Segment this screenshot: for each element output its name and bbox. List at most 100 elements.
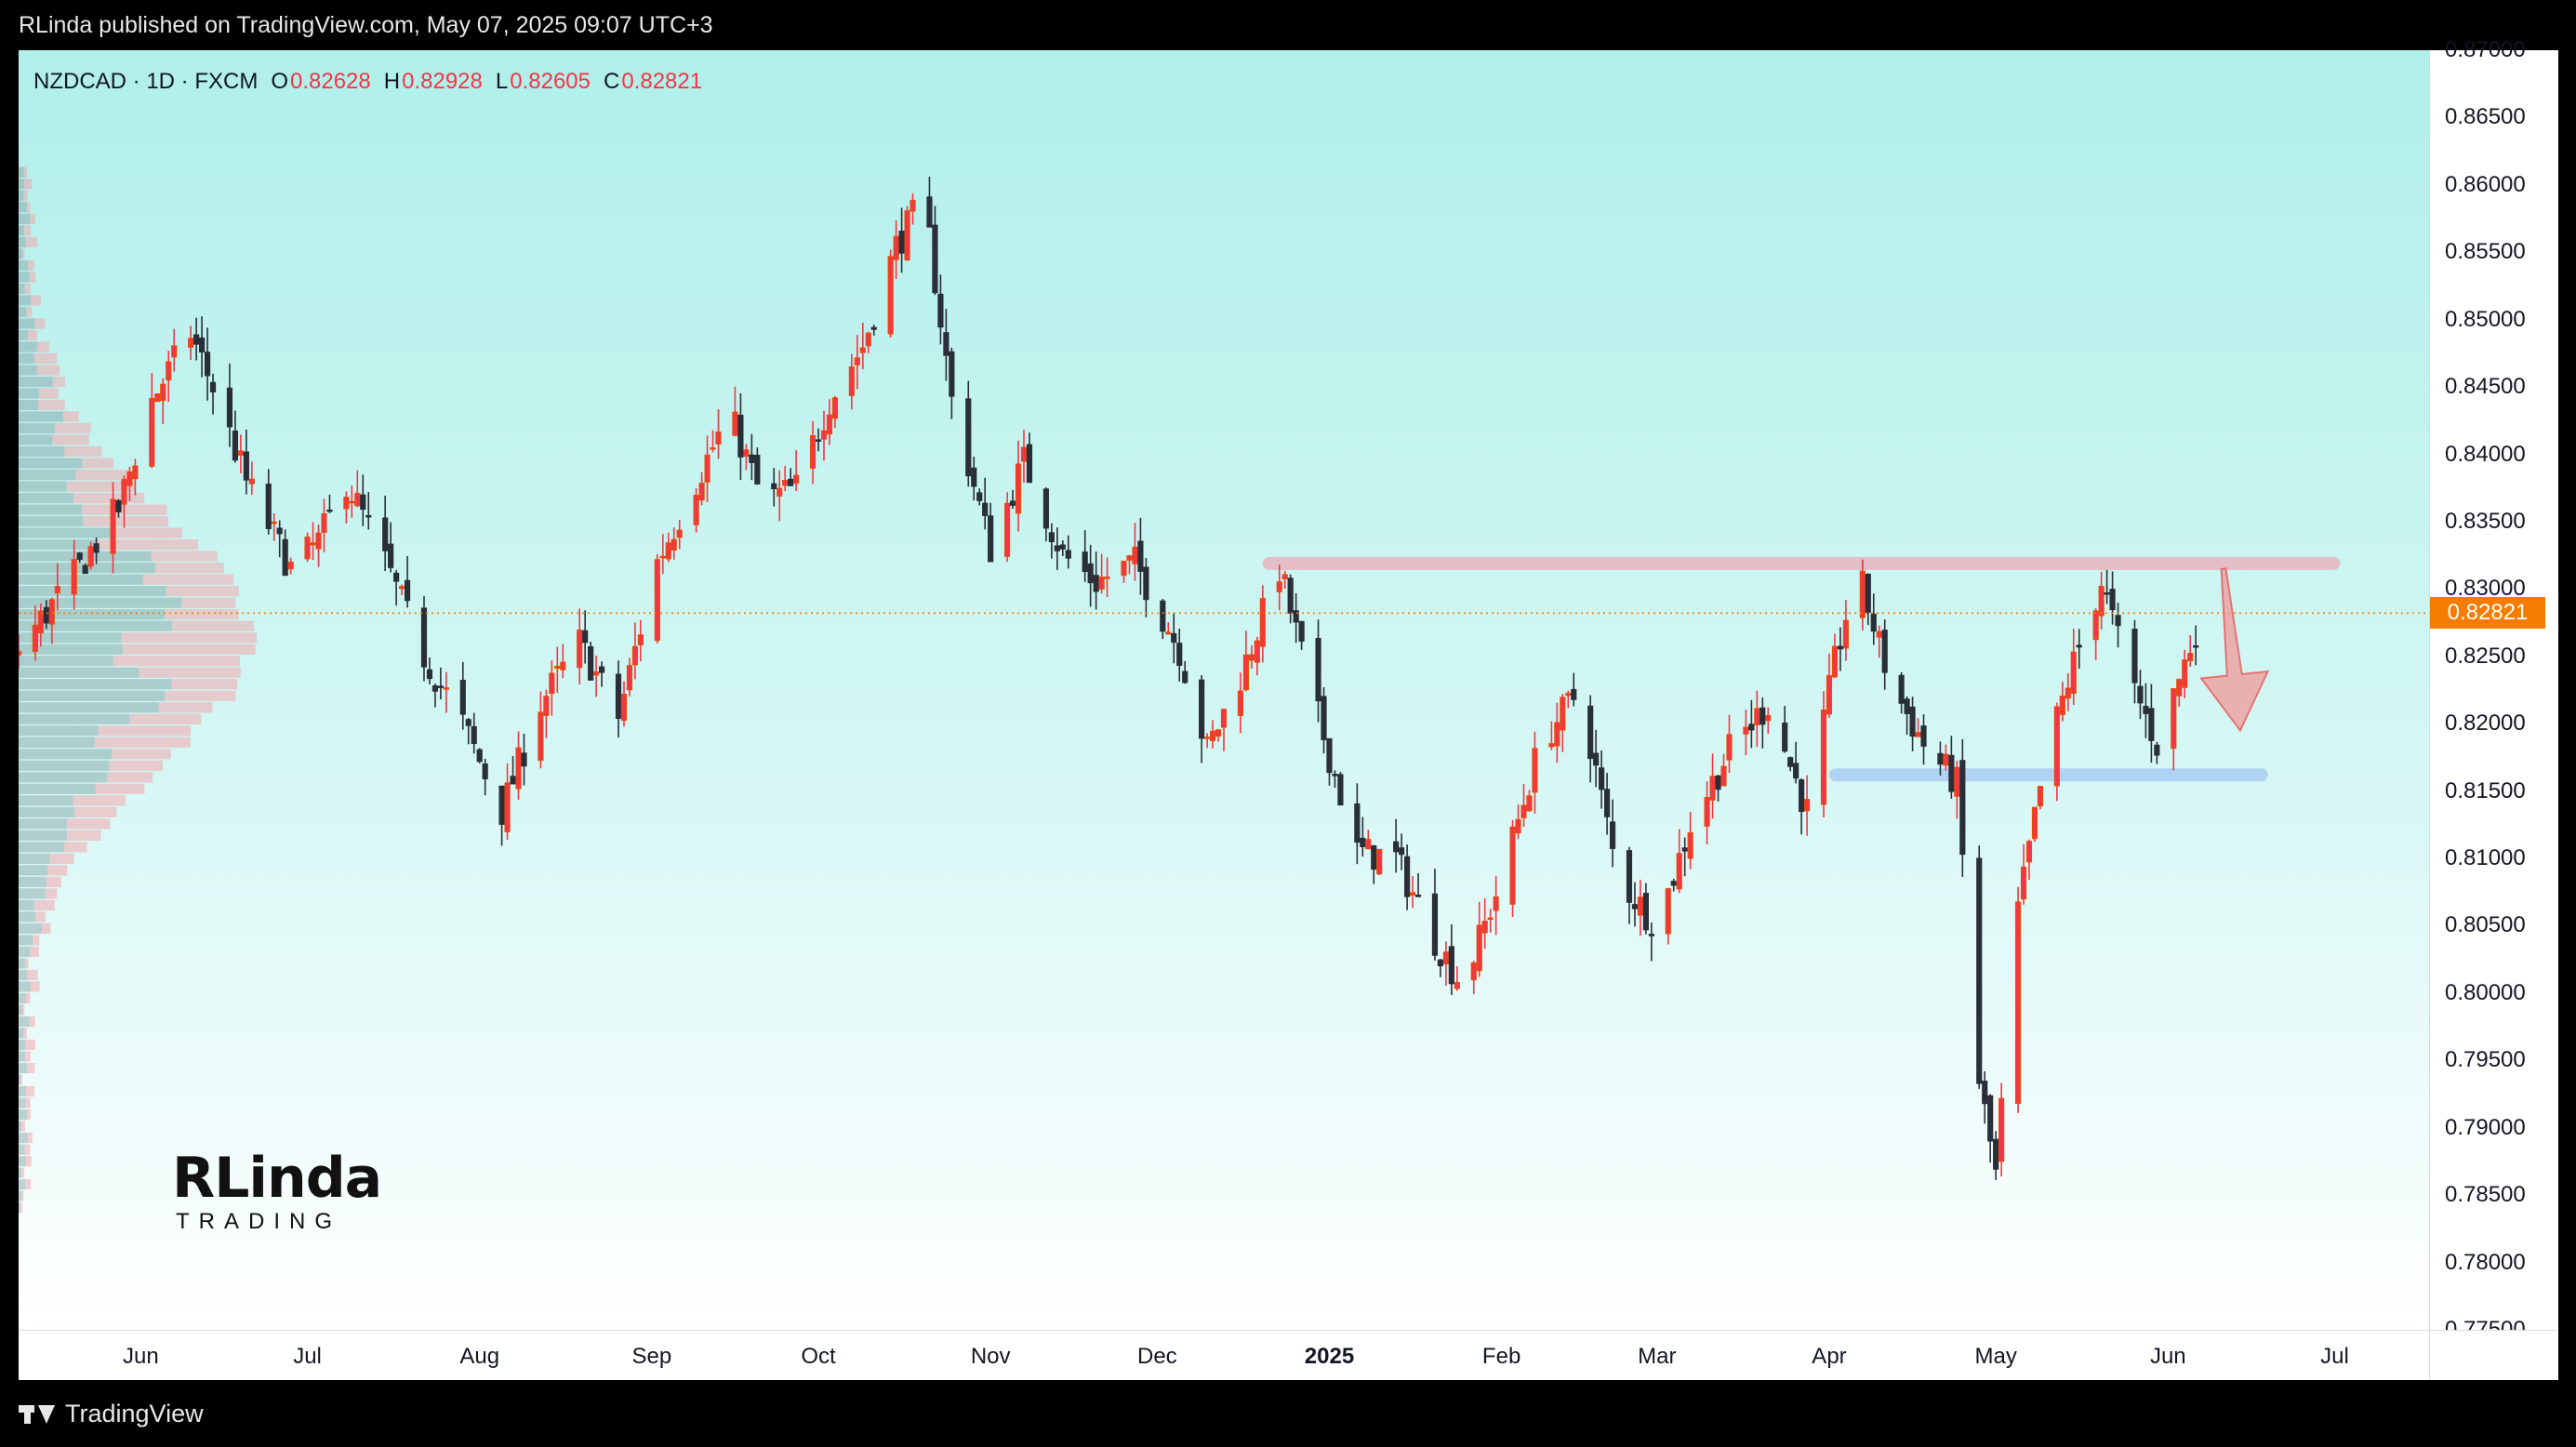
candle (549, 672, 555, 695)
candle (1865, 573, 1871, 613)
candle (1876, 631, 1882, 638)
candle (1665, 888, 1671, 935)
candle (904, 210, 910, 261)
volume-profile-bar (19, 1167, 21, 1178)
volume-profile-bar (19, 783, 96, 794)
candle (859, 347, 866, 353)
candle (2070, 651, 2077, 695)
candle (1332, 774, 1338, 777)
volume-profile-bar (19, 1097, 26, 1108)
candle (1754, 708, 1760, 725)
volume-profile-bar (171, 679, 238, 690)
time-tick-label: Dec (1136, 1344, 1177, 1369)
chart-frame[interactable]: NZDCAD · 1D · FXCM O 0.82628 H 0.82928 L 0.… (19, 37, 2558, 1381)
candle (1937, 752, 1944, 765)
candle (654, 559, 660, 642)
volume-profile-bar (34, 352, 58, 365)
candle (1259, 598, 1266, 647)
candle (1831, 645, 1839, 678)
volume-profile-bar (19, 749, 113, 760)
candle (48, 599, 55, 625)
published-text: RLinda published on TradingView.com, May… (19, 12, 713, 38)
candle (1842, 619, 1849, 649)
published-header: RLinda published on TradingView.com, May… (0, 0, 2576, 50)
volume-profile-bar (25, 1039, 35, 1051)
candle (71, 559, 77, 595)
volume-profile-bar (98, 725, 192, 737)
volume-profile-bar (19, 190, 24, 201)
candle (1560, 697, 1566, 731)
volume-profile-bar (19, 248, 23, 259)
volume-profile-bar (54, 422, 91, 434)
candle (1003, 502, 1011, 557)
candle (1870, 613, 1877, 632)
candle (2148, 708, 2155, 741)
volume-profile-bar (19, 527, 113, 538)
volume-profile-bar (52, 376, 65, 388)
candle (276, 527, 283, 535)
volume-profile-bar (82, 458, 113, 469)
candle (115, 499, 122, 512)
volume-profile-bar (122, 644, 256, 655)
price-tick-label: 0.84000 (2445, 441, 2526, 467)
volume-profile-bar (30, 946, 39, 958)
price-axis[interactable]: 0.82821 0.87000 0.86500 0.86000 0.85500 0.85… (2429, 37, 2558, 1342)
candle (1165, 631, 1172, 635)
volume-profile-bar (25, 1085, 35, 1097)
price-tick-label: 0.85500 (2445, 239, 2526, 265)
price-tick-label: 0.83000 (2445, 576, 2526, 602)
candle (965, 398, 972, 477)
plot-area[interactable]: NZDCAD · 1D · FXCM O 0.82628 H 0.82928 L 0.… (19, 50, 2429, 1330)
candle (854, 357, 860, 365)
candle (1599, 767, 1605, 790)
volume-profile-bar (26, 236, 37, 248)
volume-profile-bar (19, 795, 73, 806)
time-tick-label: Feb (1481, 1344, 1521, 1369)
volume-profile-bar (19, 283, 25, 295)
candle (988, 515, 994, 563)
volume-profile-bar (19, 1039, 26, 1051)
candle (1403, 856, 1411, 897)
candle (577, 630, 583, 669)
support-zone (1828, 768, 2268, 782)
candle (1720, 765, 1727, 787)
candle (326, 509, 333, 512)
candle (1337, 774, 1344, 806)
candle (593, 671, 600, 676)
candle (198, 337, 206, 353)
candle (932, 224, 938, 294)
candle (870, 326, 877, 330)
volume-profile-bar (19, 179, 25, 190)
candle (1943, 753, 1949, 766)
candle (2037, 786, 2044, 807)
candle (393, 572, 400, 582)
candle (19, 651, 22, 656)
volume-profile-bar (73, 795, 126, 806)
volume-profile-bar (19, 469, 76, 481)
time-axis[interactable]: Jun Jul Aug Sep Oct Nov Dec 2025 Feb Mar Apr May Jun… (19, 1330, 2429, 1381)
candle (2031, 806, 2038, 840)
candle (710, 447, 716, 450)
candle (209, 381, 217, 392)
volume-profile-bar (36, 341, 49, 352)
volume-profile-bar (19, 586, 166, 597)
volume-profile-bar (31, 295, 41, 306)
volume-profile-bar (109, 760, 164, 771)
candle (1481, 921, 1488, 934)
candle (132, 465, 139, 480)
candle (1670, 881, 1677, 886)
candle (1220, 709, 1228, 728)
volume-profile-bar (19, 818, 67, 830)
tradingview-brand[interactable]: TradingView (19, 1380, 204, 1447)
candle (1199, 679, 1205, 739)
volume-profile-bar (19, 306, 27, 318)
candle (826, 414, 833, 435)
price-tick-label: 0.82500 (2445, 643, 2526, 669)
candle (1593, 752, 1600, 766)
legend-high: H 0.82928 (383, 69, 483, 94)
price-chart-svg[interactable] (19, 50, 2429, 1330)
candle (1020, 446, 1028, 462)
candle (715, 431, 722, 445)
volume-profile-bar (25, 1097, 31, 1108)
candle (482, 763, 488, 779)
